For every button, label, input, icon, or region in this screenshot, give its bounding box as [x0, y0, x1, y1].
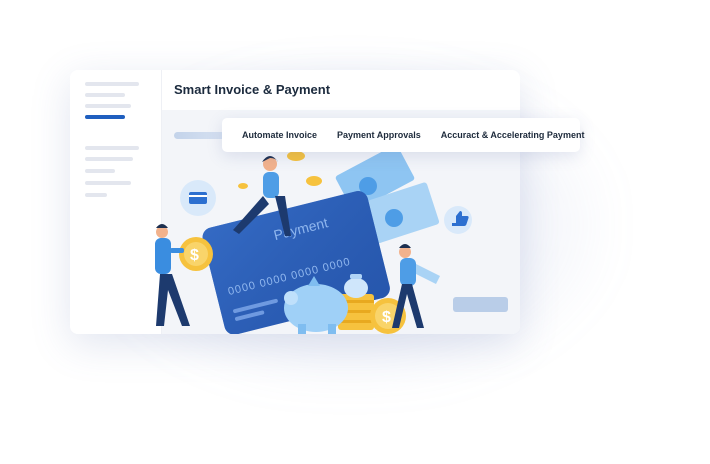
header: Smart Invoice & Payment: [162, 70, 520, 110]
card-icon: [180, 180, 216, 216]
thumbs-up-icon: [444, 206, 472, 234]
tab-payment-approvals[interactable]: Payment Approvals: [327, 126, 431, 144]
sidebar-item[interactable]: [85, 181, 131, 185]
page-title: Smart Invoice & Payment: [174, 82, 331, 97]
tab-bar: Automate Invoice Payment Approvals Accur…: [222, 118, 584, 152]
person-man: [155, 224, 190, 326]
tab-automate-invoice[interactable]: Automate Invoice: [222, 126, 327, 144]
sidebar-item[interactable]: [85, 104, 131, 108]
sidebar-item[interactable]: [85, 193, 107, 197]
sidebar-item[interactable]: [85, 157, 133, 161]
sidebar-item[interactable]: [85, 146, 139, 150]
sidebar: [70, 70, 162, 334]
svg-text:$: $: [382, 309, 391, 326]
tab-accurate-payment[interactable]: Accuract & Accelerating Payment: [431, 126, 595, 144]
person-woman-standing: [392, 244, 440, 328]
sidebar-item[interactable]: [85, 82, 139, 86]
svg-text:$: $: [190, 247, 199, 264]
sidebar-item[interactable]: [85, 169, 115, 173]
sidebar-item[interactable]: [85, 93, 125, 97]
sidebar-item-active[interactable]: [85, 115, 125, 119]
action-button-placeholder[interactable]: [453, 297, 508, 312]
coin-left: $: [179, 237, 213, 271]
payment-illustration: Payment 0000 0000 0000 0000 $ $: [155, 148, 472, 334]
coin-top: [238, 151, 322, 189]
